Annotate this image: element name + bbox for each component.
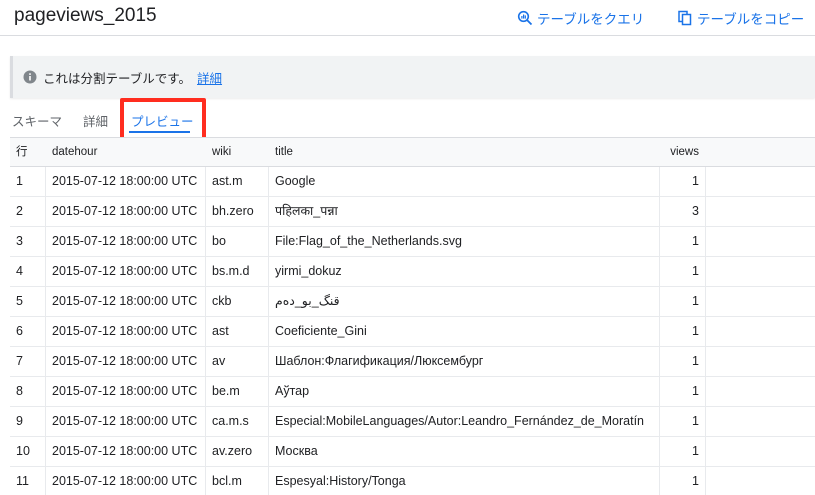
partition-notice: これは分割テーブルです。 詳細 — [10, 56, 815, 98]
datehour-cell: 2015-07-12 18:00:00 UTC — [52, 354, 198, 368]
views-cell: 1 — [692, 294, 699, 308]
wiki-cell: ckb — [212, 294, 232, 308]
datehour-cell: 2015-07-12 18:00:00 UTC — [52, 264, 198, 278]
column-header-row-number: 行 — [16, 146, 28, 158]
copy-table-button[interactable]: テーブルをコピー — [677, 8, 804, 28]
column-header-views: views — [670, 146, 699, 158]
notice-details-link[interactable]: 詳細 — [197, 68, 222, 87]
table-row: 10 2015-07-12 18:00:00 UTC av.zero Москв… — [10, 437, 815, 467]
wiki-cell: bh.zero — [212, 204, 254, 218]
wiki-cell: ast.m — [212, 174, 243, 188]
title-cell: قنگ_بو_دەم — [275, 294, 340, 308]
row-number: 11 — [16, 474, 29, 488]
copy-table-label: テーブルをコピー — [697, 12, 805, 27]
wiki-cell: bcl.m — [212, 474, 242, 488]
datehour-cell: 2015-07-12 18:00:00 UTC — [52, 384, 198, 398]
title-cell: File:Flag_of_the_Netherlands.svg — [275, 234, 462, 248]
datehour-cell: 2015-07-12 18:00:00 UTC — [52, 234, 198, 248]
tab-bar: スキーマ 詳細 プレビュー — [0, 104, 815, 136]
active-tab-indicator — [129, 131, 190, 133]
title-cell: पहिलका_पन्ना — [275, 204, 338, 218]
title-cell: Шаблон:Флагификация/Люксембург — [275, 354, 484, 368]
wiki-cell: bs.m.d — [212, 264, 250, 278]
wiki-cell: av.zero — [212, 444, 253, 458]
table-row: 2 2015-07-12 18:00:00 UTC bh.zero पहिलका… — [10, 197, 815, 227]
copy-icon — [678, 10, 692, 26]
tab-schema[interactable]: スキーマ — [12, 111, 62, 130]
row-number: 7 — [16, 354, 23, 368]
row-number: 9 — [16, 414, 23, 428]
table-row: 8 2015-07-12 18:00:00 UTC be.m Аўтар 1 — [10, 377, 815, 407]
title-cell: Especial:MobileLanguages/Autor:Leandro_F… — [275, 414, 645, 428]
title-cell: Аўтар — [275, 384, 310, 398]
datehour-cell: 2015-07-12 18:00:00 UTC — [52, 294, 198, 308]
info-icon — [23, 70, 37, 84]
title-cell: yirmi_dokuz — [275, 264, 342, 278]
row-number: 3 — [16, 234, 23, 248]
table-header-row: 行 datehour wiki title views — [10, 137, 815, 167]
wiki-cell: ca.m.s — [212, 414, 249, 428]
row-number: 1 — [16, 174, 23, 188]
row-number: 5 — [16, 294, 23, 308]
views-cell: 1 — [692, 474, 699, 488]
table-row: 9 2015-07-12 18:00:00 UTC ca.m.s Especia… — [10, 407, 815, 437]
wiki-cell: be.m — [212, 384, 240, 398]
wiki-cell: ast — [212, 324, 229, 338]
table-row: 3 2015-07-12 18:00:00 UTC bo File:Flag_o… — [10, 227, 815, 257]
datehour-cell: 2015-07-12 18:00:00 UTC — [52, 324, 198, 338]
views-cell: 1 — [692, 354, 699, 368]
wiki-cell: av — [212, 354, 226, 368]
title-cell: Москва — [275, 444, 318, 458]
query-table-button[interactable]: テーブルをクエリ — [517, 8, 644, 28]
views-cell: 3 — [692, 204, 699, 218]
table-header-bar: pageviews_2015 テーブルをクエリ テーブルをコピー — [0, 0, 815, 36]
views-cell: 1 — [692, 324, 699, 338]
datehour-cell: 2015-07-12 18:00:00 UTC — [52, 174, 198, 188]
title-cell: Google — [275, 174, 316, 188]
views-cell: 1 — [692, 444, 699, 458]
row-number: 10 — [16, 444, 30, 458]
column-header-wiki: wiki — [212, 146, 232, 158]
column-header-title: title — [275, 146, 293, 158]
preview-table: 行 datehour wiki title views 1 2015-07-12… — [10, 137, 815, 495]
tab-preview[interactable]: プレビュー — [131, 111, 194, 130]
tab-details[interactable]: 詳細 — [83, 111, 108, 130]
datehour-cell: 2015-07-12 18:00:00 UTC — [52, 444, 198, 458]
table-row: 6 2015-07-12 18:00:00 UTC ast Coeficient… — [10, 317, 815, 347]
views-cell: 1 — [692, 234, 699, 248]
table-row: 4 2015-07-12 18:00:00 UTC bs.m.d yirmi_d… — [10, 257, 815, 287]
page-title: pageviews_2015 — [14, 5, 157, 26]
views-cell: 1 — [692, 264, 699, 278]
row-number: 8 — [16, 384, 23, 398]
views-cell: 1 — [692, 384, 699, 398]
query-table-icon — [517, 10, 533, 26]
query-table-label: テーブルをクエリ — [537, 12, 645, 27]
table-row: 11 2015-07-12 18:00:00 UTC bcl.m Espesya… — [10, 467, 815, 495]
datehour-cell: 2015-07-12 18:00:00 UTC — [52, 414, 198, 428]
row-number: 4 — [16, 264, 23, 278]
row-number: 2 — [16, 204, 23, 218]
row-number: 6 — [16, 324, 23, 338]
title-cell: Coeficiente_Gini — [275, 324, 367, 338]
table-row: 7 2015-07-12 18:00:00 UTC av Шаблон:Флаг… — [10, 347, 815, 377]
datehour-cell: 2015-07-12 18:00:00 UTC — [52, 204, 198, 218]
table-row: 5 2015-07-12 18:00:00 UTC ckb قنگ_بو_دەم… — [10, 287, 815, 317]
notice-text: これは分割テーブルです。 — [43, 71, 192, 86]
datehour-cell: 2015-07-12 18:00:00 UTC — [52, 474, 198, 488]
table-row: 1 2015-07-12 18:00:00 UTC ast.m Google 1 — [10, 167, 815, 197]
views-cell: 1 — [692, 174, 699, 188]
title-cell: Espesyal:History/Tonga — [275, 474, 406, 488]
column-header-datehour: datehour — [52, 146, 98, 158]
wiki-cell: bo — [212, 234, 226, 248]
views-cell: 1 — [692, 414, 699, 428]
